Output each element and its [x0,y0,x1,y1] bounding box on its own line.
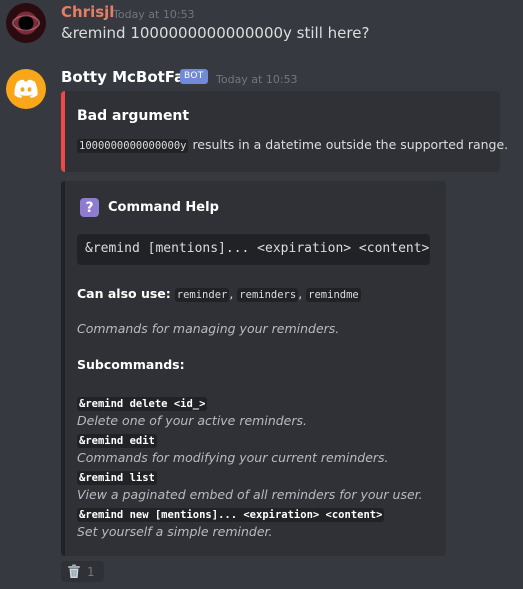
subcommand-description: View a paginated embed of all reminders … [77,487,423,502]
message-content: &remind 1000000000000000y still here? [61,24,370,42]
embed-title: Bad argument [77,108,190,124]
embed-description: 1000000000000000y results in a datetime … [77,137,509,153]
subcommand-description: Set yourself a simple reminder. [77,524,273,539]
aliases-line: Can also use: reminder, reminders, remin… [77,286,361,302]
timestamp: Today at 10:53 [113,8,195,21]
subcommand-name: &remind list [77,471,157,485]
question-icon: ? [80,198,99,217]
embed-description-text: results in a datetime outside the suppor… [188,137,509,152]
bot-avatar[interactable] [6,69,46,109]
aliases-label: Can also use: [77,286,171,301]
bot-badge: BOT [180,69,208,84]
reaction-count: 1 [87,564,95,579]
user-avatar[interactable] [6,3,46,43]
embed-title: Command Help [108,200,219,215]
subcommand-description: Commands for modifying your current remi… [77,450,389,465]
alias: remindme [306,288,361,302]
wastebasket-icon [68,564,80,578]
subcommand-name: &remind new [mentions]... <expiration> <… [77,508,385,522]
subcommand-description: Delete one of your active reminders. [77,413,307,428]
subcommand-name: &remind delete <id_> [77,397,208,411]
subcommand-name: &remind edit [77,434,157,448]
reaction-button[interactable]: 1 [61,561,104,582]
help-description: Commands for managing your reminders. [77,321,340,336]
subcommands-heading: Subcommands: [77,357,185,372]
alias: reminder [174,288,230,302]
discord-logo-icon [14,79,38,98]
inline-code: 1000000000000000y [77,139,189,153]
error-embed: Bad argument 1000000000000000y results i… [61,91,508,172]
help-embed: ? Command Help &remind [mentions]... <ex… [61,181,446,556]
usage-codeblock: &remind [mentions]... <expiration> <cont… [77,234,430,265]
alias: reminders [237,288,299,302]
timestamp: Today at 10:53 [216,73,298,86]
username[interactable]: Chrisjl [61,3,114,21]
